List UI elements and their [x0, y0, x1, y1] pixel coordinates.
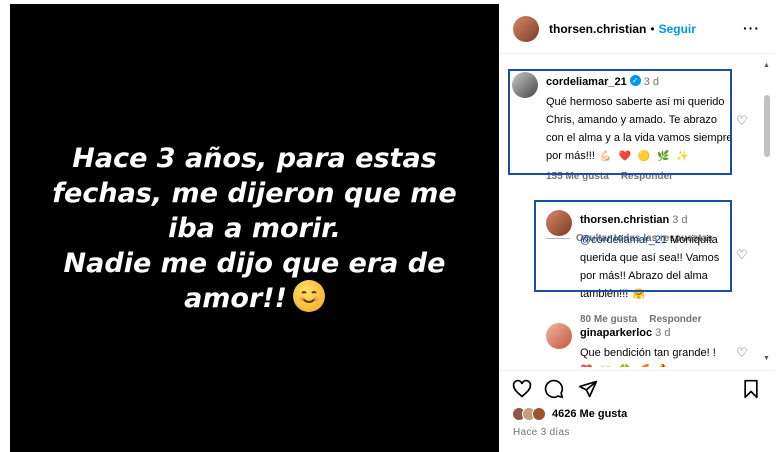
like-comment-heart-icon[interactable]: ♡	[736, 113, 748, 129]
comments-list: cordeliamar_21 ✓ 3 d Qué hermoso saberte a…	[500, 55, 774, 367]
comment-item: ginaparkerloc 3 d Que bendición tan grand…	[546, 323, 736, 367]
likes-count[interactable]: 4626 Me gusta	[552, 408, 627, 420]
comments-scrollbar[interactable]: ▲ ▼	[763, 62, 770, 362]
author-avatar[interactable]	[513, 15, 539, 42]
post-actions-bar: 4626 Me gusta Hace 3 días	[500, 370, 774, 452]
post-side-panel: thorsen.christian • Seguir ··· cordeliam…	[500, 4, 774, 452]
comment-text: Que bendición tan grande! !	[580, 347, 716, 359]
highlight-box	[508, 69, 732, 175]
like-comment-heart-icon[interactable]: ♡	[736, 247, 748, 263]
post-timestamp[interactable]: Hace 3 días	[513, 427, 570, 438]
more-options-icon[interactable]: ···	[743, 20, 760, 36]
post-text-line-2: fechas, me dijeron que me	[52, 177, 457, 209]
post-text-line-3: iba a morir.	[168, 212, 341, 244]
post-caption-image-text: Hace 3 años, para estas fechas, me dijer…	[25, 141, 485, 316]
post-text-line-1: Hace 3 años, para estas	[72, 142, 437, 174]
likes-summary: 4626 Me gusta	[512, 407, 627, 421]
post-header: thorsen.christian • Seguir ···	[500, 4, 774, 54]
post-text-line-5-text: amor!!	[184, 282, 287, 314]
smiling-face-emoji-icon	[292, 280, 325, 312]
save-bookmark-icon[interactable]	[742, 379, 760, 404]
liker-avatar	[532, 407, 546, 421]
post-text-line-5: amor!!	[25, 280, 485, 316]
author-username[interactable]: thorsen.christian	[549, 22, 646, 36]
comment-username[interactable]: ginaparkerloc	[580, 327, 652, 339]
follow-button[interactable]: Seguir	[659, 22, 696, 36]
scroll-down-arrow-icon[interactable]: ▼	[763, 355, 770, 362]
like-comment-heart-icon[interactable]: ♡	[736, 345, 748, 361]
comment-bubble-icon[interactable]	[544, 379, 564, 404]
scroll-up-arrow-icon[interactable]: ▲	[763, 62, 770, 69]
commenter-avatar[interactable]	[546, 323, 572, 349]
like-heart-icon[interactable]	[512, 379, 532, 404]
separator-dot: •	[650, 21, 655, 36]
highlight-box	[534, 200, 732, 292]
post-text-line-4: Nadie me dijo que era de	[63, 247, 446, 279]
scrollbar-thumb[interactable]	[764, 95, 770, 157]
comment-emojis: ❤️ 🙌 🍀 🌈 👶	[580, 365, 736, 367]
share-paper-plane-icon[interactable]	[578, 379, 598, 404]
comment-time[interactable]: 3 d	[655, 327, 670, 339]
post-image: Hace 3 años, para estas fechas, me dijer…	[10, 4, 499, 452]
